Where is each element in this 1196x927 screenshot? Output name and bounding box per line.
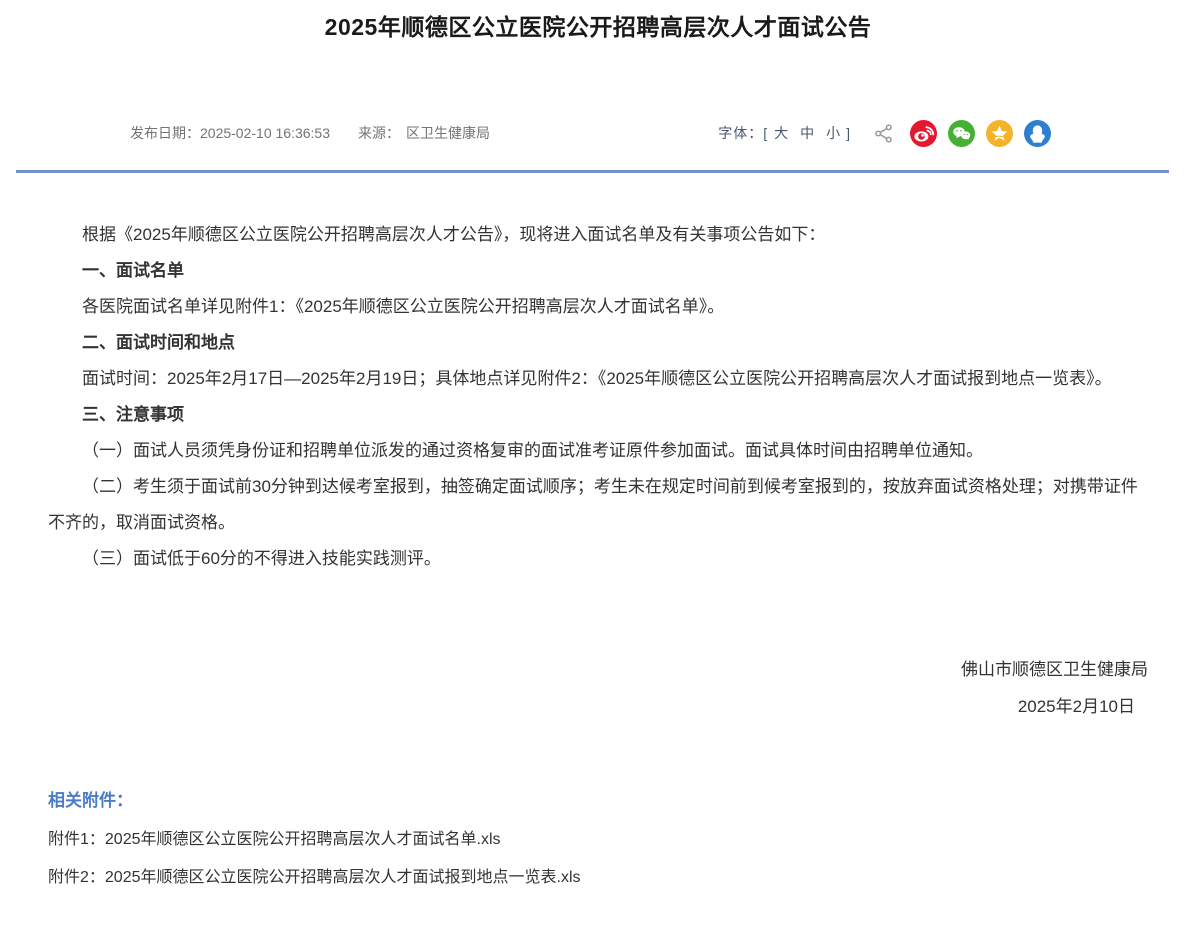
source-value: 区卫生健康局 [406,123,490,143]
attachments-section: 相关附件： 附件1：2025年顺德区公立医院公开招聘高层次人才面试名单.xls … [0,789,1196,889]
qq-share-icon[interactable] [1024,120,1051,147]
section-heading-2: 二、面试时间和地点 [48,325,1148,361]
signature-block: 佛山市顺德区卫生健康局 2025年2月10日 [0,651,1196,725]
page-title: 2025年顺德区公立医院公开招聘高层次人才面试公告 [0,0,1196,42]
body-paragraph-note-3: （三）面试低于60分的不得进入技能实践测评。 [48,541,1148,577]
share-buttons [910,120,1051,147]
signature-date: 2025年2月10日 [0,688,1148,725]
publish-info: 发布日期： 2025-02-10 16:36:53 来源： 区卫生健康局 [130,123,490,143]
wechat-share-icon[interactable] [948,120,975,147]
weibo-share-icon[interactable] [910,120,937,147]
font-size-bracket: ] [846,125,851,141]
body-paragraph-note-1: （一）面试人员须凭身份证和招聘单位派发的通过资格复审的面试准考证原件参加面试。面… [48,433,1148,469]
publish-date-value: 2025-02-10 16:36:53 [200,125,330,141]
font-size-small-button[interactable]: 小 [820,123,846,143]
signature-org: 佛山市顺德区卫生健康局 [0,651,1148,688]
toolbar: 字体：[ 大 中 小 ] [718,120,1051,147]
font-size-large-button[interactable]: 大 [768,123,794,143]
body-paragraph-intro: 根据《2025年顺德区公立医院公开招聘高层次人才公告》，现将进入面试名单及有关事… [48,217,1148,253]
header-divider [16,170,1169,173]
attachment-link-1[interactable]: 附件1：2025年顺德区公立医院公开招聘高层次人才面试名单.xls [48,828,1148,851]
section-heading-1: 一、面试名单 [48,253,1148,289]
section-heading-3: 三、注意事项 [48,397,1148,433]
attachment-link-2[interactable]: 附件2：2025年顺德区公立医院公开招聘高层次人才面试报到地点一览表.xls [48,866,1148,889]
body-paragraph-list: 各医院面试名单详见附件1：《2025年顺德区公立医院公开招聘高层次人才面试名单》… [48,289,1148,325]
body-paragraph-note-2: （二）考生须于面试前30分钟到达候考室报到，抽签确定面试顺序；考生未在规定时间前… [48,469,1148,541]
publish-date-label: 发布日期： [130,123,200,143]
font-size-medium-button[interactable]: 中 [794,123,820,143]
article-body: 根据《2025年顺德区公立医院公开招聘高层次人才公告》，现将进入面试名单及有关事… [0,217,1196,577]
attachments-heading: 相关附件： [48,789,1148,813]
source-label: 来源： [358,123,400,143]
share-icon[interactable] [873,123,894,144]
meta-row: 发布日期： 2025-02-10 16:36:53 来源： 区卫生健康局 字体：… [0,116,1196,150]
body-paragraph-time: 面试时间：2025年2月17日—2025年2月19日；具体地点详见附件2：《20… [48,361,1148,397]
font-size-controls: 字体：[ 大 中 小 ] [718,123,851,143]
qzone-share-icon[interactable] [986,120,1013,147]
font-size-label: 字体：[ [718,123,768,143]
